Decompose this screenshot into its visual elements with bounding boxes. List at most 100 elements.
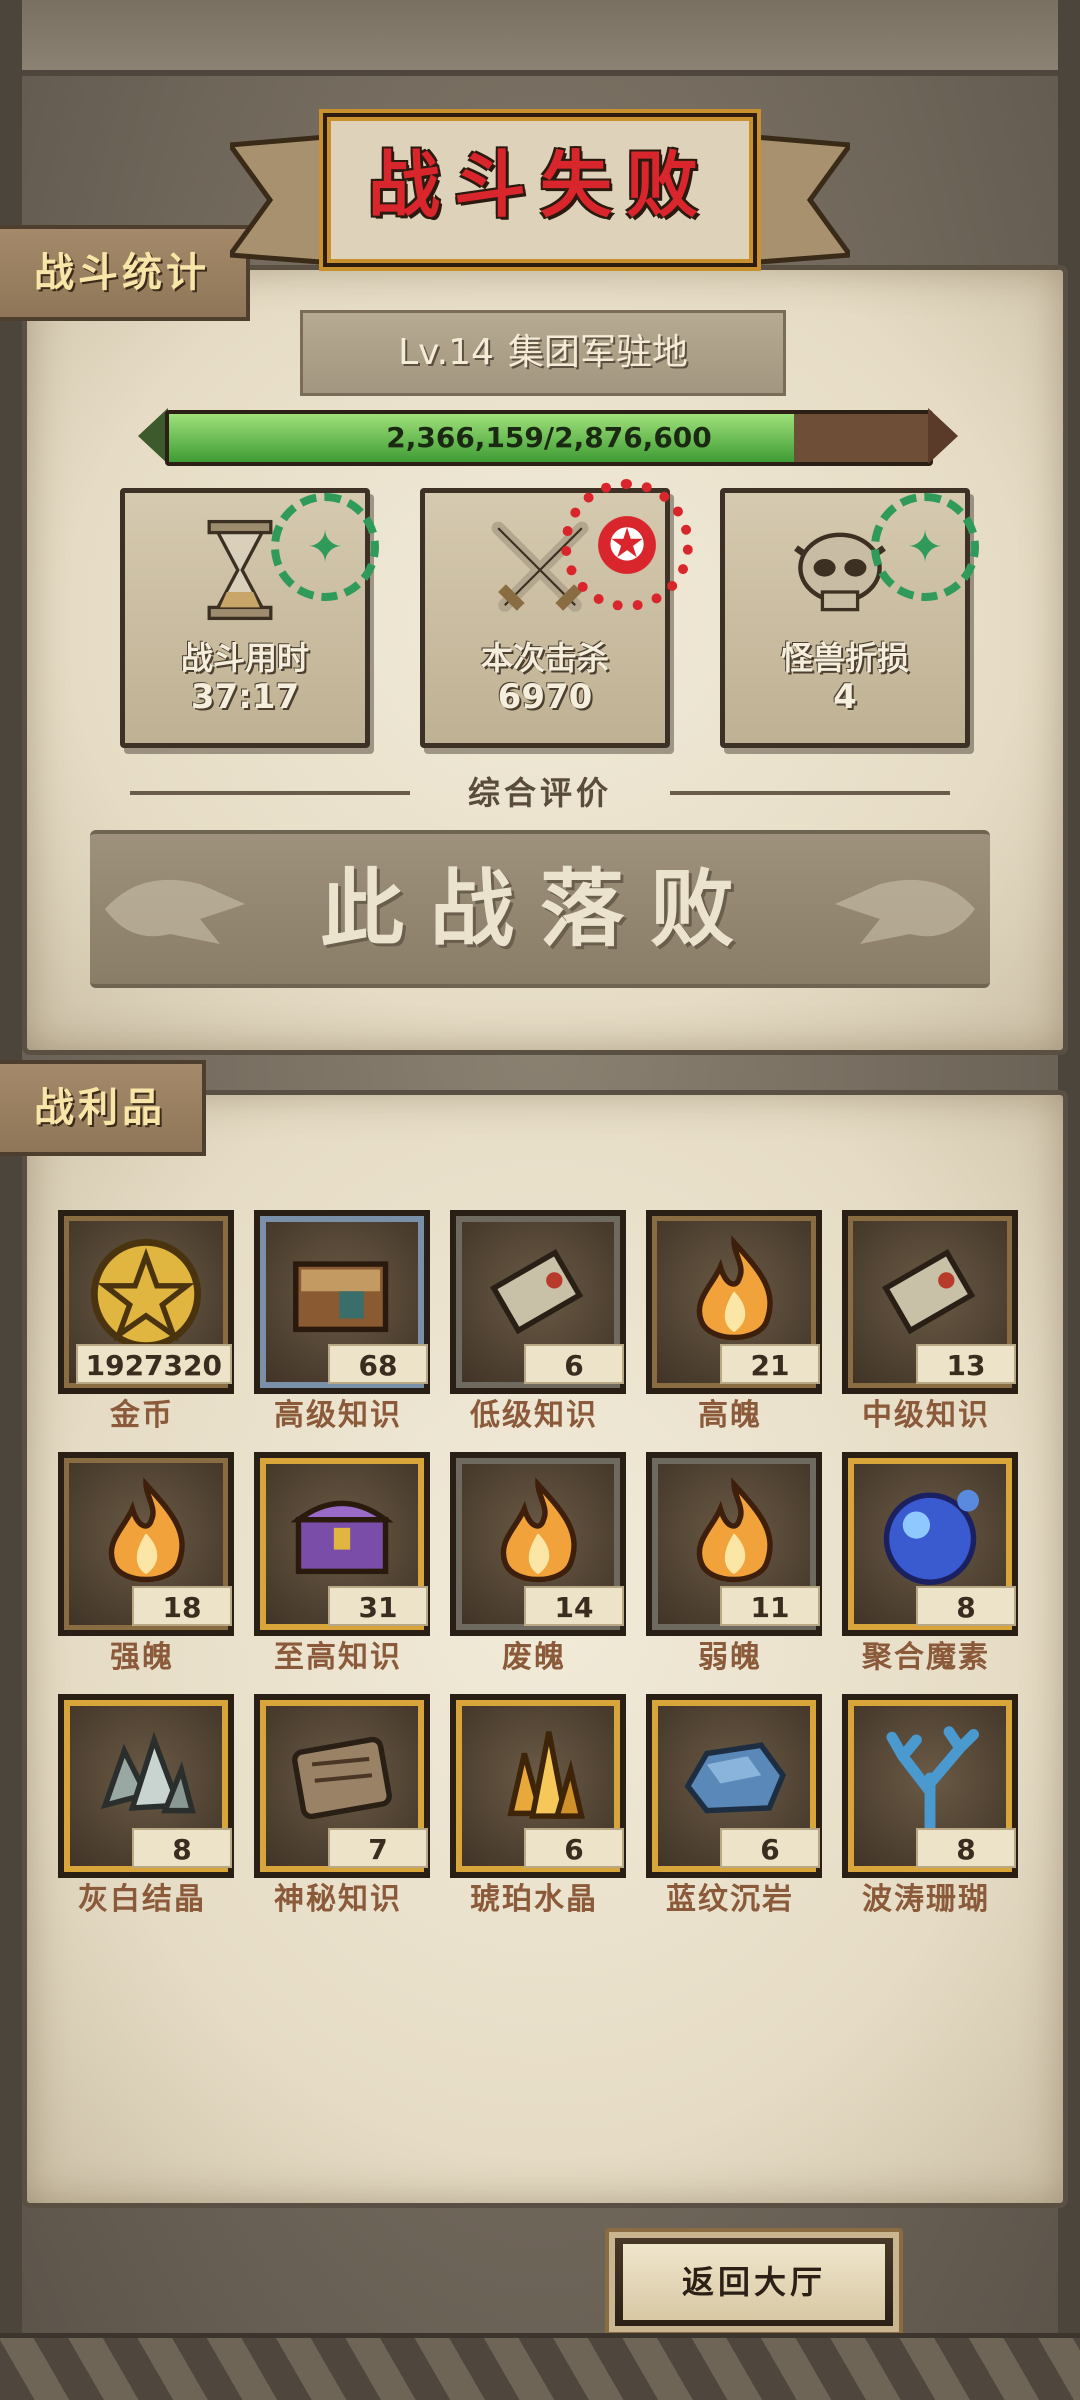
return-lobby-button[interactable]: 返回大厅 bbox=[605, 2228, 903, 2336]
gold-coin-icon bbox=[90, 1238, 202, 1350]
progress-left-arrow bbox=[138, 408, 168, 464]
book-icon bbox=[293, 1261, 389, 1333]
loot-count: 7 bbox=[328, 1828, 428, 1868]
stat-card-kills: ✪ 本次击杀 6970 bbox=[420, 479, 693, 748]
loot-count: 8 bbox=[132, 1828, 232, 1868]
progress-right-arrow bbox=[928, 408, 958, 464]
scroll-icon bbox=[882, 1249, 976, 1335]
loot-count: 13 bbox=[916, 1344, 1016, 1384]
loot-name: 废魄 bbox=[502, 1640, 566, 1675]
stat-label: 战斗用时 bbox=[180, 639, 309, 677]
loot-item[interactable]: 13 中级知识 bbox=[836, 1210, 1018, 1440]
loot-name: 高魄 bbox=[698, 1398, 762, 1433]
progress-text: 2,366,159/2,876,600 bbox=[386, 421, 712, 454]
progress-bar: 2,366,159/2,876,600 bbox=[165, 410, 933, 466]
stat-value: 37:17 bbox=[190, 677, 300, 717]
loot-count: 1927320 bbox=[75, 1344, 232, 1384]
loot-item[interactable]: 8 波涛珊瑚 bbox=[836, 1694, 1018, 1924]
flame-icon bbox=[696, 1235, 773, 1341]
loot-frame: 6 bbox=[450, 1694, 626, 1878]
loot-name: 中级知识 bbox=[862, 1398, 990, 1433]
loot-item[interactable]: 68 高级知识 bbox=[248, 1210, 430, 1440]
loot-frame: 31 bbox=[254, 1452, 430, 1636]
loot-name: 蓝纹沉岩 bbox=[666, 1882, 794, 1917]
loot-frame: 14 bbox=[450, 1452, 626, 1636]
loot-name: 琥珀水晶 bbox=[470, 1882, 598, 1917]
loot-count: 68 bbox=[328, 1344, 428, 1384]
loot-count: 6 bbox=[524, 1344, 624, 1384]
bottom-frame bbox=[0, 2333, 1080, 2400]
stamp-badge-green: ✦ bbox=[871, 493, 979, 601]
loot-frame: 11 bbox=[646, 1452, 822, 1636]
stamp-badge-green: ✦ bbox=[271, 493, 379, 601]
loot-item[interactable]: 1927320 金币 bbox=[52, 1210, 234, 1440]
loot-name: 低级知识 bbox=[470, 1398, 598, 1433]
divider-line bbox=[130, 791, 410, 795]
blue-rock-icon bbox=[684, 1742, 787, 1814]
loot-frame: 1927320 bbox=[58, 1210, 234, 1394]
level-plate: Lv.14 集团军驻地 bbox=[300, 310, 786, 396]
stat-value: 4 bbox=[833, 677, 857, 717]
level-label: Lv.14 bbox=[398, 332, 494, 373]
loot-item[interactable]: 14 废魄 bbox=[444, 1452, 626, 1682]
loot-item[interactable]: 6 蓝纹沉岩 bbox=[640, 1694, 822, 1924]
loot-name: 弱魄 bbox=[698, 1640, 762, 1675]
loot-item[interactable]: 18 强魄 bbox=[52, 1452, 234, 1682]
scroll-icon bbox=[490, 1249, 584, 1335]
evaluation-label: 综合评价 bbox=[467, 774, 612, 812]
loot-name: 至高知识 bbox=[274, 1640, 402, 1675]
loot-name: 强魄 bbox=[110, 1640, 174, 1675]
top-frame bbox=[0, 0, 1080, 76]
stat-card-monster-losses: ✦ 怪兽折损 4 bbox=[720, 488, 979, 748]
loot-count: 8 bbox=[916, 1586, 1016, 1626]
loot-item[interactable]: 6 低级知识 bbox=[444, 1210, 626, 1440]
loot-frame: 8 bbox=[842, 1452, 1018, 1636]
loot-frame: 8 bbox=[58, 1694, 234, 1878]
loot-section-tag: 战利品 bbox=[0, 1060, 206, 1156]
divider-line bbox=[670, 791, 950, 795]
loot-name: 灰白结晶 bbox=[78, 1882, 206, 1917]
stat-card-battle-time: ✦ 战斗用时 37:17 bbox=[120, 488, 379, 748]
left-frame-rail bbox=[0, 0, 22, 2400]
location-name: 集团军驻地 bbox=[507, 332, 688, 373]
loot-frame: 13 bbox=[842, 1210, 1018, 1394]
evaluation-divider: 综合评价 bbox=[130, 768, 950, 818]
tablet-icon bbox=[292, 1736, 392, 1820]
verdict-banner: 此战落败 bbox=[90, 830, 990, 988]
loot-count: 11 bbox=[720, 1586, 820, 1626]
loot-item[interactable]: 7 神秘知识 bbox=[248, 1694, 430, 1924]
loot-item[interactable]: 8 聚合魔素 bbox=[836, 1452, 1018, 1682]
loot-frame: 8 bbox=[842, 1694, 1018, 1878]
loot-name: 金币 bbox=[110, 1398, 174, 1433]
loot-frame: 18 bbox=[58, 1452, 234, 1636]
loot-item[interactable]: 8 灰白结晶 bbox=[52, 1694, 234, 1924]
loot-name: 神秘知识 bbox=[274, 1882, 402, 1917]
loot-item[interactable]: 6 琥珀水晶 bbox=[444, 1694, 626, 1924]
loot-count: 18 bbox=[132, 1586, 232, 1626]
verdict-text: 此战落败 bbox=[319, 860, 760, 958]
chest-icon bbox=[290, 1500, 394, 1575]
loot-name: 高级知识 bbox=[274, 1398, 402, 1433]
loot-name: 聚合魔素 bbox=[862, 1640, 990, 1675]
return-lobby-label: 返回大厅 bbox=[623, 2244, 885, 2320]
loot-name: 波涛珊瑚 bbox=[862, 1882, 990, 1917]
loot-frame: 7 bbox=[254, 1694, 430, 1878]
loot-count: 6 bbox=[524, 1828, 624, 1868]
loot-frame: 68 bbox=[254, 1210, 430, 1394]
loot-count: 6 bbox=[720, 1828, 820, 1868]
stats-section-tag: 战斗统计 bbox=[0, 225, 250, 321]
loot-item[interactable]: 31 至高知识 bbox=[248, 1452, 430, 1682]
battle-result-title: 战斗失败 bbox=[367, 143, 712, 227]
loot-item[interactable]: 11 弱魄 bbox=[640, 1452, 822, 1682]
crystal-icon bbox=[100, 1731, 196, 1814]
stat-value: 6970 bbox=[497, 677, 593, 717]
loot-frame: 21 bbox=[646, 1210, 822, 1394]
flame-icon bbox=[500, 1477, 577, 1583]
loot-item[interactable]: 21 高魄 bbox=[640, 1210, 822, 1440]
flame-icon bbox=[108, 1477, 185, 1583]
stamp-badge-red: ✪ bbox=[561, 479, 693, 611]
loot-count: 8 bbox=[916, 1828, 1016, 1868]
loot-frame: 6 bbox=[646, 1694, 822, 1878]
loot-count: 14 bbox=[524, 1586, 624, 1626]
loot-count: 31 bbox=[328, 1586, 428, 1626]
